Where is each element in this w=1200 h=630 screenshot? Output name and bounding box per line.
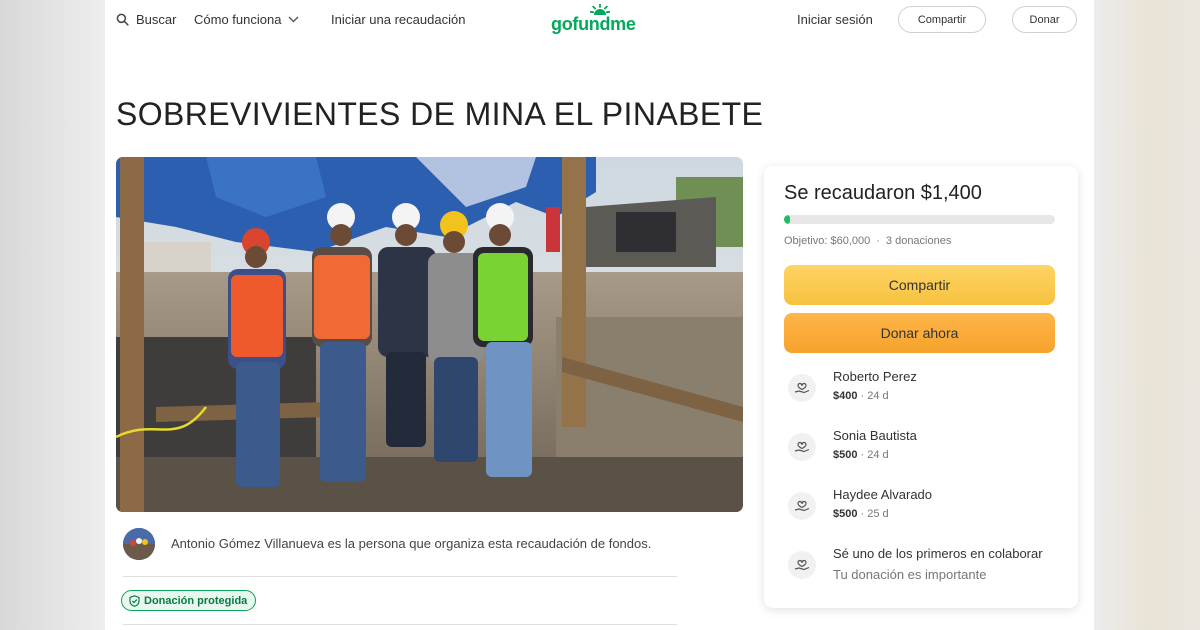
donor-item: Roberto Perez $400 · 24 d <box>784 369 1074 413</box>
goal-line: Objetivo: $60,000 · 3 donaciones <box>784 235 952 247</box>
gofundme-logo[interactable]: gofundme <box>551 4 647 36</box>
search-label: Buscar <box>136 11 177 27</box>
donate-now-button[interactable]: Donar ahora <box>784 313 1055 353</box>
campaign-title: SOBREVIVIENTES DE MINA EL PINABETE <box>116 96 764 132</box>
campaign-photo <box>116 157 743 512</box>
start-fundraiser-label: Iniciar una recaudación <box>331 11 466 27</box>
donor-time: 24 d <box>867 390 889 402</box>
heart-hand-icon <box>788 492 816 520</box>
organizer-text: Antonio Gómez Villanueva es la persona q… <box>171 536 652 551</box>
divider <box>123 576 677 577</box>
donor-name: Roberto Perez <box>833 369 917 384</box>
first-donor-cta[interactable]: Sé uno de los primeros en colaborar Tu d… <box>784 546 1074 590</box>
donations-count: 3 donaciones <box>885 235 952 247</box>
campaign-page: Buscar Cómo funciona Iniciar una recauda… <box>105 0 1094 630</box>
protected-donation-label: Donación protegida <box>144 594 248 607</box>
donor-item: Haydee Alvarado $500 · 25 d <box>784 487 1074 531</box>
donor-amount: $400 · 24 d <box>833 390 889 402</box>
progress-bar <box>784 215 1055 224</box>
organizer-avatar[interactable] <box>123 528 155 560</box>
goal-text: Objetivo: $60,000 <box>784 235 871 247</box>
heart-hand-icon <box>788 433 816 461</box>
login-link[interactable]: Iniciar sesión <box>797 8 873 30</box>
donor-amount-value: $500 <box>833 449 858 461</box>
how-it-works-label: Cómo funciona <box>194 11 282 27</box>
donation-card: Se recaudaron $1,400 Objetivo: $60,000 · 3… <box>764 166 1078 608</box>
heart-hand-icon <box>788 551 816 579</box>
donor-amount-value: $400 <box>833 390 858 402</box>
donor-time: 25 d <box>867 508 889 520</box>
shield-check-icon <box>129 594 140 607</box>
background-left <box>0 0 105 630</box>
search-icon <box>116 13 129 26</box>
donor-amount: $500 · 25 d <box>833 508 889 520</box>
donor-amount: $500 · 24 d <box>833 449 889 461</box>
start-fundraiser-link[interactable]: Iniciar una recaudación <box>331 8 465 30</box>
chevron-down-icon <box>288 16 299 22</box>
donor-name: Haydee Alvarado <box>833 487 933 502</box>
login-label: Iniciar sesión <box>797 11 873 27</box>
share-button[interactable]: Compartir <box>784 265 1055 305</box>
progress-bar-fill <box>784 215 791 224</box>
search-link[interactable]: Buscar <box>116 8 176 30</box>
logo-wordmark: gofundme <box>551 14 636 34</box>
cta-title: Sé uno de los primeros en colaborar <box>833 546 1043 561</box>
amount-raised: Se recaudaron $1,400 <box>784 182 982 204</box>
protected-donation-badge[interactable]: Donación protegida <box>121 590 257 611</box>
donor-amount-value: $500 <box>833 508 858 520</box>
donor-time: 24 d <box>867 449 889 461</box>
divider <box>123 624 677 625</box>
donor-name: Sonia Bautista <box>833 428 917 443</box>
header-share-button[interactable]: Compartir <box>898 6 986 33</box>
donor-item: Sonia Bautista $500 · 24 d <box>784 428 1074 472</box>
heart-hand-icon <box>788 374 816 402</box>
background-right <box>1094 0 1200 630</box>
how-it-works-menu[interactable]: Cómo funciona <box>194 8 299 30</box>
cta-subtitle: Tu donación es importante <box>833 567 987 582</box>
header-donate-button[interactable]: Donar <box>1012 6 1077 33</box>
